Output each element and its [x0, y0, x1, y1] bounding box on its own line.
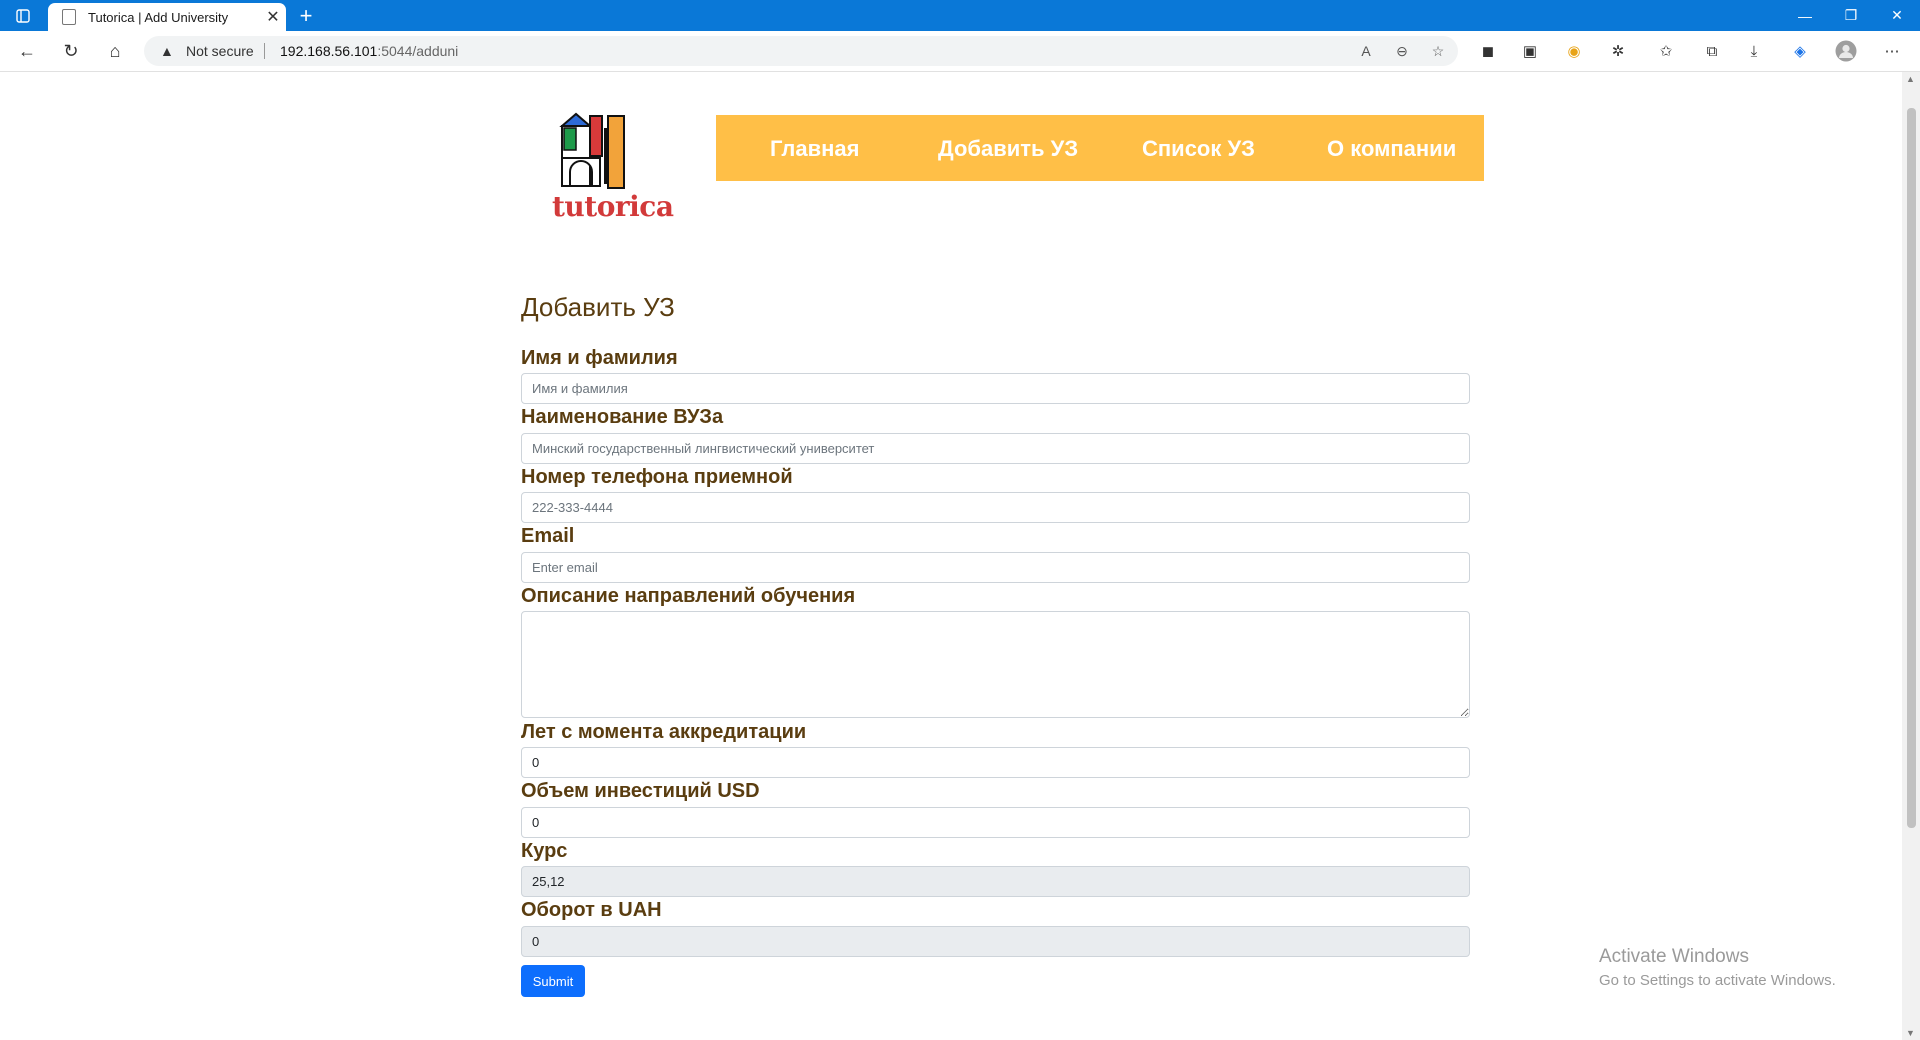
- nav-add-university[interactable]: Добавить УЗ: [938, 136, 1078, 162]
- back-icon[interactable]: ←: [12, 37, 42, 65]
- read-aloud-icon[interactable]: A: [1354, 41, 1378, 61]
- security-label: Not secure: [186, 43, 254, 59]
- minimize-icon[interactable]: —: [1782, 0, 1828, 31]
- university-input[interactable]: [521, 433, 1470, 464]
- scroll-thumb[interactable]: [1907, 108, 1916, 828]
- collections-icon[interactable]: ⧉: [1698, 39, 1726, 63]
- logo-text: tutorica: [552, 190, 674, 223]
- downloads-icon[interactable]: ⤓: [1740, 39, 1768, 63]
- email-input[interactable]: [521, 552, 1470, 583]
- exchange-rate-label: Курс: [521, 840, 568, 862]
- warning-icon: ▲: [160, 43, 174, 59]
- tab-title: Tutorica | Add University: [88, 9, 229, 25]
- turnover-uah-input[interactable]: [521, 926, 1470, 957]
- address-bar[interactable]: ▲ Not secure 192.168.56.101:5044/adduni …: [144, 36, 1458, 66]
- accreditation-years-label: Лет с момента аккредитации: [521, 721, 807, 743]
- browser-toolbar: ← ↻ ⌂ ▲ Not secure 192.168.56.101:5044/a…: [0, 31, 1920, 72]
- activate-windows-watermark: Activate Windows Go to Settings to activ…: [1599, 946, 1836, 989]
- browser-essentials-icon[interactable]: ◈: [1786, 39, 1814, 63]
- browser-tab[interactable]: Tutorica | Add University ✕: [48, 3, 286, 31]
- nav-home[interactable]: Главная: [770, 136, 859, 162]
- nav-university-list[interactable]: Список УЗ: [1142, 136, 1255, 162]
- page-scrollbar[interactable]: ▲ ▼: [1902, 72, 1920, 1040]
- investment-usd-label: Объем инвестиций USD: [521, 780, 760, 802]
- url-separator: [264, 43, 265, 59]
- add-favorite-icon[interactable]: ☆: [1426, 41, 1450, 61]
- nav-about[interactable]: О компании: [1327, 136, 1456, 162]
- description-label: Описание направлений обучения: [521, 585, 856, 607]
- extension-dark-icon[interactable]: ◼: [1474, 39, 1502, 63]
- refresh-icon[interactable]: ↻: [56, 37, 86, 65]
- phone-input[interactable]: [521, 492, 1470, 523]
- logo-castle-icon: [559, 112, 625, 189]
- tab-actions-icon[interactable]: [0, 0, 46, 31]
- phone-label: Номер телефона приемной: [521, 466, 793, 488]
- name-label: Имя и фамилия: [521, 347, 678, 369]
- new-tab-icon[interactable]: +: [292, 3, 320, 29]
- page-title: Добавить УЗ: [521, 292, 675, 322]
- extension-orange-icon[interactable]: ◉: [1560, 39, 1588, 63]
- main-nav: Главная Добавить УЗ Список УЗ О компании: [716, 115, 1484, 181]
- browser-titlebar: Tutorica | Add University ✕ + — ❐ ✕: [0, 0, 1920, 31]
- url-host: 192.168.56.101: [280, 43, 378, 59]
- description-textarea[interactable]: [521, 611, 1470, 718]
- page-favicon-icon: [62, 9, 76, 25]
- extensions-icon[interactable]: ✲: [1604, 39, 1632, 63]
- settings-more-icon[interactable]: ⋯: [1878, 39, 1906, 63]
- investment-usd-input[interactable]: [521, 807, 1470, 838]
- email-label: Email: [521, 525, 575, 547]
- url-text[interactable]: 192.168.56.101:5044/adduni: [280, 43, 458, 59]
- restore-icon[interactable]: ❐: [1828, 0, 1874, 31]
- favorites-icon[interactable]: ✩: [1652, 39, 1680, 63]
- site-logo[interactable]: tutorica: [552, 110, 674, 228]
- extension-se-icon[interactable]: ▣: [1516, 39, 1544, 63]
- university-label: Наименование ВУЗа: [521, 406, 724, 428]
- zoom-out-icon[interactable]: ⊖: [1390, 41, 1414, 61]
- name-input[interactable]: [521, 373, 1470, 404]
- close-window-icon[interactable]: ✕: [1874, 0, 1920, 31]
- accreditation-years-input[interactable]: [521, 747, 1470, 778]
- url-path: :5044/adduni: [377, 43, 459, 59]
- tab-close-icon[interactable]: ✕: [260, 7, 286, 27]
- activate-windows-title: Activate Windows: [1599, 946, 1749, 967]
- exchange-rate-input[interactable]: [521, 866, 1470, 897]
- activate-windows-hint: Go to Settings to activate Windows.: [1599, 972, 1836, 989]
- submit-button[interactable]: Submit: [521, 965, 585, 997]
- scroll-down-icon[interactable]: ▼: [1906, 1028, 1915, 1038]
- turnover-uah-label: Оборот в UAH: [521, 899, 662, 921]
- profile-avatar-icon[interactable]: [1832, 39, 1860, 63]
- scroll-up-icon[interactable]: ▲: [1906, 74, 1915, 84]
- home-icon[interactable]: ⌂: [100, 37, 130, 65]
